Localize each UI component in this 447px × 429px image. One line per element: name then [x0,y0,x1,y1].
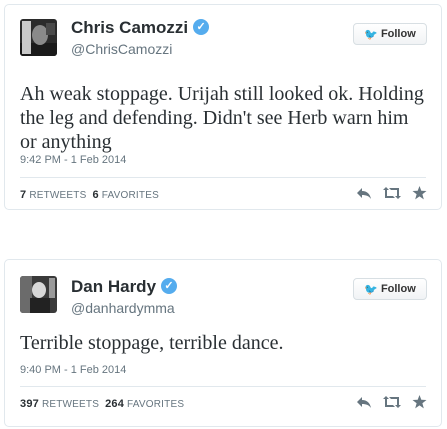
tweet-timestamp[interactable]: 9:42 PM - 1 Feb 2014 [20,154,126,166]
tweet-card: Dan Hardy ✓ @danhardymma 🐦 Follow Terrible… [4,259,442,427]
user-handle[interactable]: @ChrisCamozzi [71,41,172,58]
retweet-icon[interactable] [383,395,401,414]
display-name-text[interactable]: Dan Hardy [71,277,156,296]
tweet-text: Ah weak stoppage. Urijah still looked ok… [20,83,424,153]
retweets-label[interactable]: RETWEETS [29,190,86,201]
favorites-count[interactable]: 264 [105,398,124,410]
twitter-bird-icon: 🐦 [364,28,378,41]
display-name[interactable]: Dan Hardy ✓ [71,277,178,297]
star-icon[interactable] [412,395,427,414]
follow-button[interactable]: 🐦 Follow [353,23,427,45]
verified-badge-icon: ✓ [193,18,210,35]
user-handle[interactable]: @danhardymma [71,300,175,317]
display-name[interactable]: Chris Camozzi ✓ [71,18,210,38]
twitter-bird-icon: 🐦 [364,283,378,296]
tweet-stats: 7 RETWEETS 6 FAVORITES [20,189,159,201]
retweet-icon[interactable] [383,186,401,205]
display-name-text[interactable]: Chris Camozzi [71,18,188,37]
divider [20,177,426,178]
divider [20,386,426,387]
follow-label: Follow [380,28,416,40]
verified-badge-icon: ✓ [161,277,178,294]
tweet-actions [356,186,427,205]
retweets-count[interactable]: 7 [20,189,26,201]
tweet-text: Terrible stoppage, terrible dance. [20,332,284,354]
tweet-card: Chris Camozzi ✓ @ChrisCamozzi 🐦 Follow Ah … [4,4,442,210]
avatar[interactable] [20,276,57,313]
tweet-timestamp[interactable]: 9:40 PM - 1 Feb 2014 [20,364,126,376]
favorites-label[interactable]: FAVORITES [127,399,184,410]
retweets-label[interactable]: RETWEETS [42,399,99,410]
follow-label: Follow [380,283,416,295]
avatar[interactable] [20,19,57,56]
favorites-label[interactable]: FAVORITES [102,190,159,201]
favorites-count[interactable]: 6 [92,189,98,201]
reply-icon[interactable] [356,186,372,205]
tweet-stats: 397 RETWEETS 264 FAVORITES [20,398,184,410]
star-icon[interactable] [412,186,427,205]
follow-button[interactable]: 🐦 Follow [353,278,427,300]
retweets-count[interactable]: 397 [20,398,39,410]
tweet-actions [356,395,427,414]
reply-icon[interactable] [356,395,372,414]
